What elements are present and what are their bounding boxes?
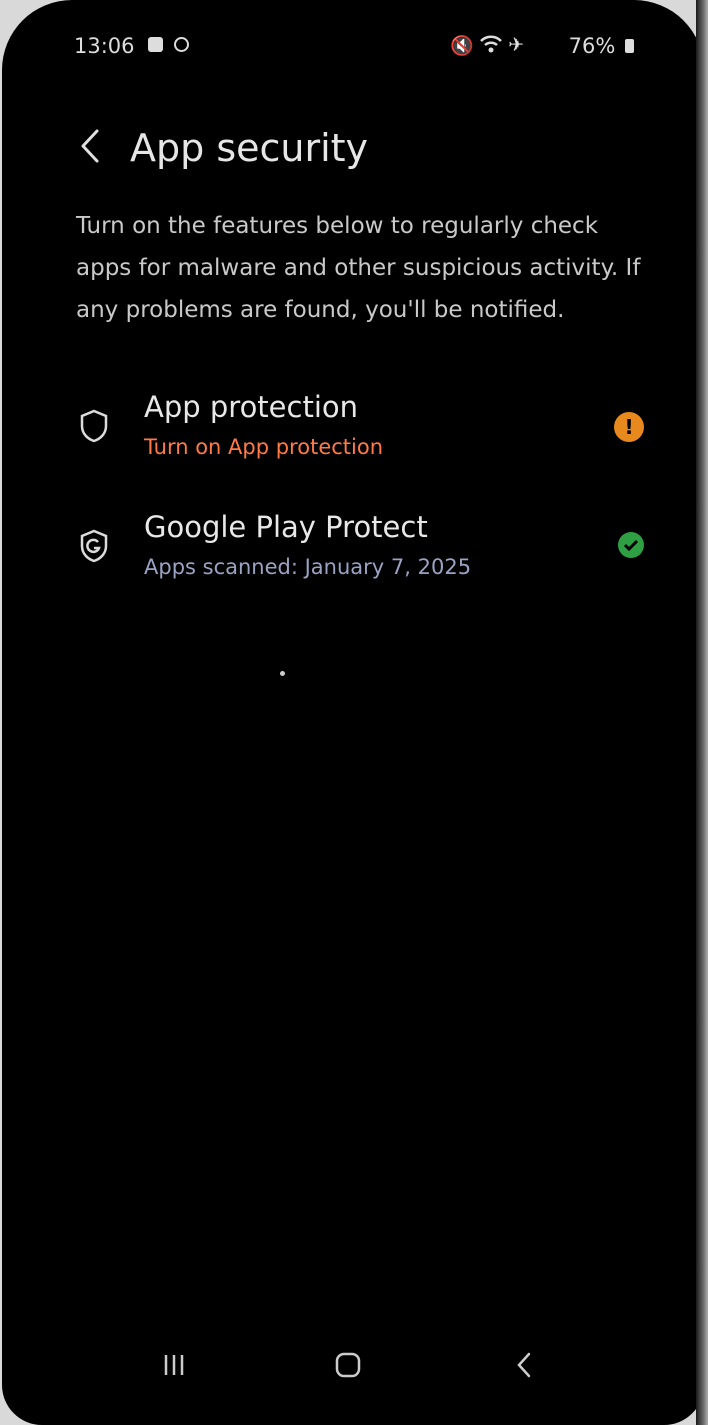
check-icon: [618, 532, 644, 558]
status-icons: 🔇 ✈: [450, 34, 524, 59]
battery-icon: 76%: [569, 34, 634, 58]
device-edge: [696, 0, 708, 1425]
phone-screen: 13:06 🔇 ✈ 76% App security Turn on the f…: [2, 0, 704, 1425]
page-title: App security: [130, 126, 369, 170]
item-title: App protection: [144, 390, 359, 424]
circle-notification-icon: [174, 37, 189, 52]
header: App security: [72, 110, 632, 190]
recents-button[interactable]: [144, 1330, 204, 1400]
chevron-left-icon: [81, 129, 99, 163]
scroll-indicator-dot: [280, 671, 285, 676]
item-subtitle: Apps scanned: January 7, 2025: [144, 555, 472, 579]
status-bar: 13:06 🔇 ✈ 76%: [74, 34, 634, 62]
google-shield-icon: [80, 529, 108, 563]
airplane-icon: ✈: [508, 34, 524, 56]
shield-icon: [80, 409, 108, 443]
back-button[interactable]: [72, 110, 108, 182]
recents-icon: [164, 1355, 184, 1375]
list-item-google-play-protect[interactable]: Google Play Protect Apps scanned: Januar…: [74, 500, 644, 596]
battery-percent: 76%: [568, 34, 616, 58]
item-subtitle: Turn on App protection: [144, 435, 384, 459]
back-icon: [517, 1352, 531, 1378]
home-button[interactable]: [318, 1330, 378, 1400]
navigation-bar: [2, 1330, 704, 1410]
list-item-app-protection[interactable]: App protection Turn on App protection !: [74, 380, 644, 476]
item-title: Google Play Protect: [144, 510, 428, 544]
nav-back-button[interactable]: [494, 1330, 554, 1400]
status-time: 13:06: [74, 34, 135, 58]
warning-icon: !: [614, 412, 644, 442]
description-text: Turn on the features below to regularly …: [76, 213, 641, 323]
mute-icon: 🔇: [450, 35, 475, 57]
checkbox-notification-icon: [148, 37, 163, 52]
home-icon: [335, 1352, 361, 1378]
wifi-icon: [480, 34, 502, 59]
